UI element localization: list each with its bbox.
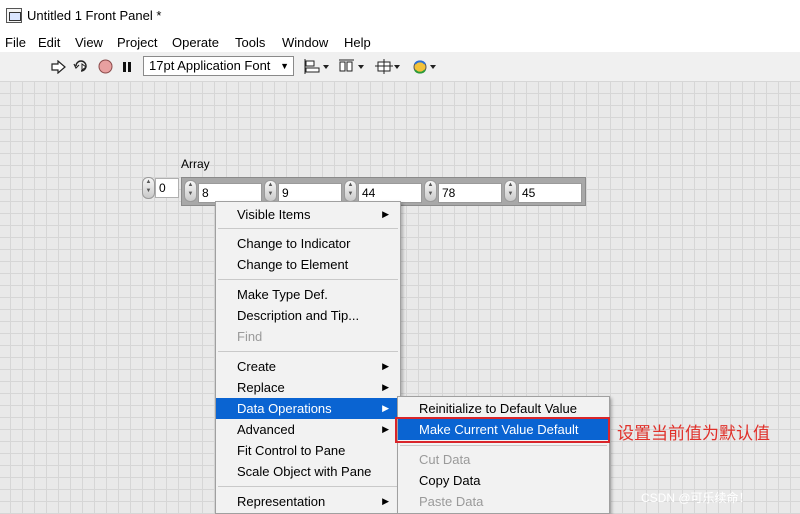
menu-item-label: Cut Data <box>419 452 471 467</box>
menu-separator <box>218 486 398 487</box>
menu-item-label: Reinitialize to Default Value <box>419 401 578 416</box>
spin-arrows-icon: ▲ ▼ <box>184 180 197 202</box>
spin-arrows-icon: ▲ ▼ <box>504 180 517 202</box>
watermark: CSDN @可乐续命！ <box>641 491 751 505</box>
menu-item-replace[interactable]: Replace ▶ <box>216 377 400 398</box>
element-spin[interactable]: ▲ ▼ <box>504 180 517 202</box>
menu-tools[interactable]: Tools <box>235 35 265 50</box>
element-spin[interactable]: ▲ ▼ <box>424 180 437 202</box>
submenu-arrow-icon: ▶ <box>382 209 389 219</box>
submenu-arrow-icon: ▶ <box>382 382 389 392</box>
pause-icon[interactable] <box>120 58 134 75</box>
labview-app-icon <box>6 8 22 23</box>
menu-item-data-operations[interactable]: Data Operations ▶ <box>216 398 400 419</box>
menu-item-reinitialize-to-default[interactable]: Reinitialize to Default Value <box>398 398 609 419</box>
menu-file[interactable]: File <box>5 35 26 50</box>
menu-item-copy-data[interactable]: Copy Data <box>398 470 609 491</box>
spin-arrows-icon: ▲ ▼ <box>142 177 155 199</box>
spin-arrows-icon: ▲ ▼ <box>344 180 357 202</box>
menu-item-visible-items[interactable]: Visible Items ▶ <box>216 204 400 225</box>
menu-separator <box>218 228 398 229</box>
array-element[interactable]: 45 <box>518 183 582 203</box>
submenu-arrow-icon: ▶ <box>382 424 389 434</box>
array-element[interactable]: 44 <box>358 183 422 203</box>
menu-item-description-and-tip[interactable]: Description and Tip... <box>216 305 400 326</box>
menu-project[interactable]: Project <box>117 35 157 50</box>
toolbar: 17pt Application Font ▼ <box>0 52 800 82</box>
distribute-objects-icon[interactable] <box>338 58 366 75</box>
submenu-arrow-icon: ▶ <box>382 496 389 506</box>
menu-item-label: Create <box>237 359 277 374</box>
menu-item-label: Scale Object with Pane <box>237 464 372 479</box>
element-spin[interactable]: ▲ ▼ <box>264 180 277 202</box>
window-title: Untitled 1 Front Panel * <box>27 8 162 23</box>
menu-item-representation[interactable]: Representation ▶ <box>216 491 400 512</box>
run-continuously-icon[interactable] <box>72 58 90 75</box>
data-operations-submenu: Reinitialize to Default Value Make Curre… <box>397 396 610 514</box>
menu-edit[interactable]: Edit <box>38 35 60 50</box>
submenu-arrow-icon: ▶ <box>382 361 389 371</box>
array-element[interactable]: 8 <box>198 183 262 203</box>
menu-help[interactable]: Help <box>344 35 371 50</box>
abort-icon[interactable] <box>97 58 114 75</box>
array-index-field[interactable]: 0 <box>155 178 179 198</box>
menu-item-label: Representation <box>237 494 326 509</box>
dropdown-arrow-icon: ▼ <box>280 61 289 71</box>
menu-item-label: Fit Control to Pane <box>237 443 346 458</box>
menu-window[interactable]: Window <box>282 35 328 50</box>
context-menu: Visible Items ▶ Change to Indicator Chan… <box>215 201 401 514</box>
menu-view[interactable]: View <box>75 35 103 50</box>
menu-item-label: Data Operations <box>237 401 332 416</box>
menu-item-change-to-element[interactable]: Change to Element <box>216 254 400 275</box>
spin-arrows-icon: ▲ ▼ <box>264 180 277 202</box>
resize-objects-icon[interactable] <box>374 58 402 75</box>
menu-separator <box>218 279 398 280</box>
menu-item-label: Visible Items <box>237 207 311 222</box>
font-select[interactable]: 17pt Application Font ▼ <box>143 56 294 76</box>
menu-item-label: Copy Data <box>419 473 481 488</box>
menu-item-label: Change to Element <box>237 257 349 272</box>
menu-item-cut-data: Cut Data <box>398 449 609 470</box>
run-arrow-icon[interactable] <box>50 58 66 75</box>
font-select-value: 17pt Application Font <box>149 58 271 73</box>
element-spin[interactable]: ▲ ▼ <box>184 180 197 202</box>
reorder-icon[interactable] <box>411 58 439 75</box>
menu-item-find: Find <box>216 326 400 347</box>
menu-separator <box>218 351 398 352</box>
menu-item-label: Change to Indicator <box>237 236 351 251</box>
menu-item-label: Replace <box>237 380 285 395</box>
title-bar: Untitled 1 Front Panel * <box>0 0 800 32</box>
menu-item-create[interactable]: Create ▶ <box>216 356 400 377</box>
menu-item-label: Paste Data <box>419 494 484 509</box>
menu-item-scale-object-with-pane[interactable]: Scale Object with Pane <box>216 461 400 482</box>
menu-item-change-to-indicator[interactable]: Change to Indicator <box>216 233 400 254</box>
menu-item-make-type-def[interactable]: Make Type Def. <box>216 284 400 305</box>
spin-arrows-icon: ▲ ▼ <box>424 180 437 202</box>
menu-operate[interactable]: Operate <box>172 35 219 50</box>
menu-item-fit-control-to-pane[interactable]: Fit Control to Pane <box>216 440 400 461</box>
menu-item-label: Make Type Def. <box>237 287 328 302</box>
menu-item-label: Description and Tip... <box>237 308 360 323</box>
menu-item-advanced[interactable]: Advanced ▶ <box>216 419 400 440</box>
align-objects-icon[interactable] <box>303 58 331 75</box>
index-increment-decrement[interactable]: ▲ ▼ <box>142 177 155 199</box>
menu-item-paste-data: Paste Data <box>398 491 609 512</box>
menu-item-label: Find <box>237 329 263 344</box>
menu-bar: File Edit View Project Operate Tools Win… <box>0 32 800 52</box>
menu-item-label: Advanced <box>237 422 295 437</box>
array-element[interactable]: 9 <box>278 183 342 203</box>
highlight-box <box>395 417 610 443</box>
array-element[interactable]: 78 <box>438 183 502 203</box>
element-spin[interactable]: ▲ ▼ <box>344 180 357 202</box>
array-label: Array <box>181 157 210 171</box>
annotation-text: 设置当前值为默认值 <box>617 424 770 443</box>
menu-separator <box>400 445 607 446</box>
submenu-arrow-icon: ▶ <box>382 403 389 413</box>
